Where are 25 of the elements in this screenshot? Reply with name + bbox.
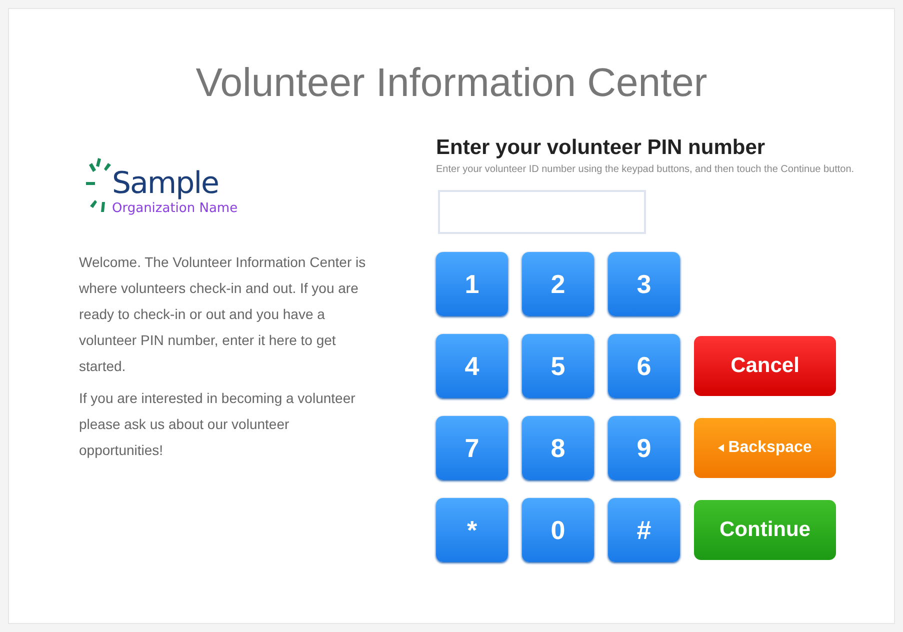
pin-heading: Enter your volunteer PIN number: [436, 135, 766, 161]
keypad-key[interactable]: 0: [522, 498, 594, 562]
page-title: Volunteer Information Center: [194, 60, 708, 107]
keypad-key[interactable]: *: [436, 498, 508, 562]
pin-input-field[interactable]: [438, 190, 646, 234]
keypad-key[interactable]: 4: [436, 334, 508, 398]
keypad-key[interactable]: 8: [522, 416, 594, 480]
left-triangle-icon: [718, 444, 724, 452]
keypad-key[interactable]: 3: [608, 252, 680, 316]
keypad-key[interactable]: 9: [608, 416, 680, 480]
continue-button[interactable]: Continue: [694, 500, 836, 560]
cancel-button[interactable]: Cancel: [694, 336, 836, 396]
intro-paragraph: If you are interested in becoming a volunteer please ask us about our volunteer opportunities!: [79, 389, 356, 460]
pin-hint: Enter your volunteer ID number using the keypad buttons, and then touch the Continue button.: [436, 163, 856, 177]
keypad-key[interactable]: 5: [522, 334, 594, 398]
logo-subtitle: Organization Name: [112, 201, 238, 217]
intro-paragraph: Welcome. The Volunteer Information Center is where volunteers check-in and out. If you are ready to check-in or out and you have a volunteer PIN number, enter it here to get started.: [79, 253, 367, 376]
keypad-key[interactable]: 2: [522, 252, 594, 316]
logo-name: Sample: [112, 167, 220, 201]
keypad-key[interactable]: 7: [436, 416, 508, 480]
backspace-button[interactable]: Backspace: [694, 418, 836, 478]
sunburst-icon: [86, 155, 112, 215]
keypad-key[interactable]: #: [608, 498, 680, 562]
keypad-key[interactable]: 1: [436, 252, 508, 316]
keypad-key[interactable]: 6: [608, 334, 680, 398]
